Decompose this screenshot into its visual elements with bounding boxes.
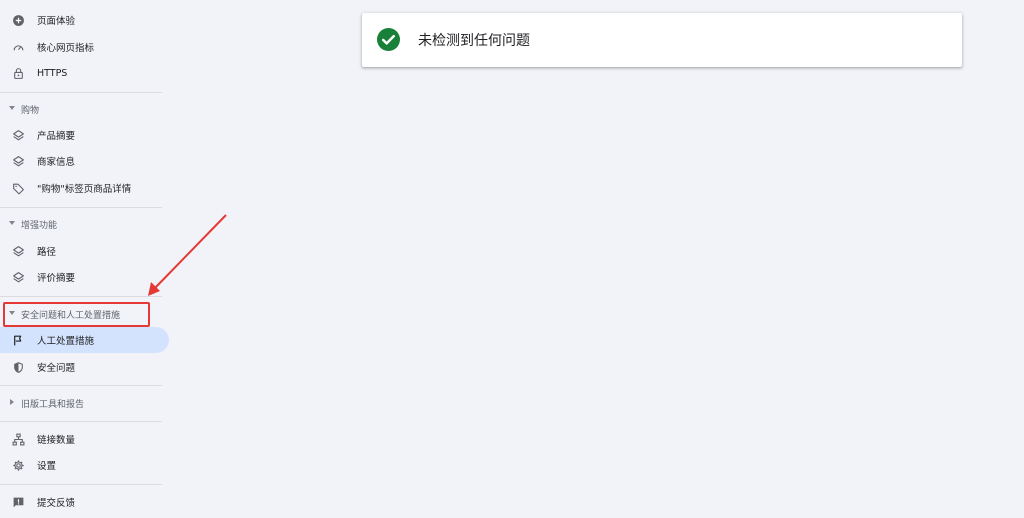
sidebar-item-label: 商家信息 xyxy=(37,157,76,168)
tag-icon xyxy=(11,181,25,195)
shield-icon xyxy=(11,360,25,374)
sidebar-item-https[interactable]: HTTPS xyxy=(0,60,162,86)
divider xyxy=(0,484,162,485)
sidebar-item-security-issues[interactable]: 安全问题 xyxy=(0,354,162,380)
section-title: 增强功能 xyxy=(21,220,58,231)
section-title: 安全问题和人工处置措施 xyxy=(21,310,121,321)
section-security-manual-actions[interactable]: 安全问题和人工处置措施 xyxy=(0,302,162,326)
sidebar-item-label: 人工处置措施 xyxy=(37,336,95,347)
sidebar-item-label: 安全问题 xyxy=(37,363,76,374)
layers-icon xyxy=(11,244,25,258)
sidebar-item-page-experience[interactable]: 页面体验 xyxy=(0,7,162,33)
sidebar-item-label: 产品摘要 xyxy=(37,131,76,142)
lock-icon xyxy=(11,66,25,80)
sidebar-item-label: 评价摘要 xyxy=(37,273,76,284)
section-title: 旧版工具和报告 xyxy=(21,399,85,410)
sidebar-item-label: 路径 xyxy=(37,247,57,258)
divider xyxy=(0,296,162,297)
feedback-button[interactable]: 提交反馈 xyxy=(0,489,162,515)
feedback-icon xyxy=(11,495,25,509)
sidebar-item-merchant-listings[interactable]: 商家信息 xyxy=(0,148,162,174)
status-card: 未检测到任何问题 xyxy=(362,13,962,67)
sidebar: 页面体验 核心网页指标 HTTPS 购物 产品摘要 商家信息 "购物"标签页商品… xyxy=(0,0,170,518)
flag-icon xyxy=(11,333,25,347)
sidebar-item-breadcrumbs[interactable]: 路径 xyxy=(0,238,162,264)
sidebar-item-label: HTTPS xyxy=(37,67,68,79)
divider xyxy=(0,385,162,386)
divider xyxy=(0,92,162,93)
section-title: 购物 xyxy=(21,105,40,116)
chevron-down-icon xyxy=(9,311,15,315)
sidebar-item-shopping-tab-listings[interactable]: "购物"标签页商品详情 xyxy=(0,175,162,201)
sitemap-icon xyxy=(11,432,25,446)
layers-icon xyxy=(11,154,25,168)
sidebar-item-settings[interactable]: 设置 xyxy=(0,452,162,478)
sidebar-item-manual-actions[interactable]: 人工处置措施 xyxy=(0,327,169,353)
section-shopping[interactable]: 购物 xyxy=(0,97,162,121)
sidebar-item-core-web-vitals[interactable]: 核心网页指标 xyxy=(0,34,162,60)
sidebar-item-review-snippets[interactable]: 评价摘要 xyxy=(0,264,162,290)
chevron-down-icon xyxy=(9,221,15,225)
sidebar-item-label: 提交反馈 xyxy=(37,498,76,509)
check-circle-icon xyxy=(377,28,400,51)
sidebar-item-product-snippets[interactable]: 产品摘要 xyxy=(0,122,162,148)
section-enhancements[interactable]: 增强功能 xyxy=(0,212,162,236)
speed-gauge-icon xyxy=(11,40,25,54)
plus-circle-icon xyxy=(11,13,25,27)
gear-icon xyxy=(11,458,25,472)
sidebar-item-label: 核心网页指标 xyxy=(37,43,95,54)
status-message: 未检测到任何问题 xyxy=(418,33,530,49)
chevron-right-icon xyxy=(10,399,14,405)
sidebar-item-label: "购物"标签页商品详情 xyxy=(37,184,132,195)
section-legacy-tools[interactable]: 旧版工具和报告 xyxy=(0,391,162,415)
layers-icon xyxy=(11,270,25,284)
sidebar-item-label: 页面体验 xyxy=(37,16,76,27)
sidebar-item-label: 链接数量 xyxy=(37,435,76,446)
chevron-down-icon xyxy=(9,106,15,110)
divider xyxy=(0,207,162,208)
divider xyxy=(0,421,162,422)
sidebar-item-links[interactable]: 链接数量 xyxy=(0,426,162,452)
sidebar-item-label: 设置 xyxy=(37,461,57,472)
layers-icon xyxy=(11,128,25,142)
